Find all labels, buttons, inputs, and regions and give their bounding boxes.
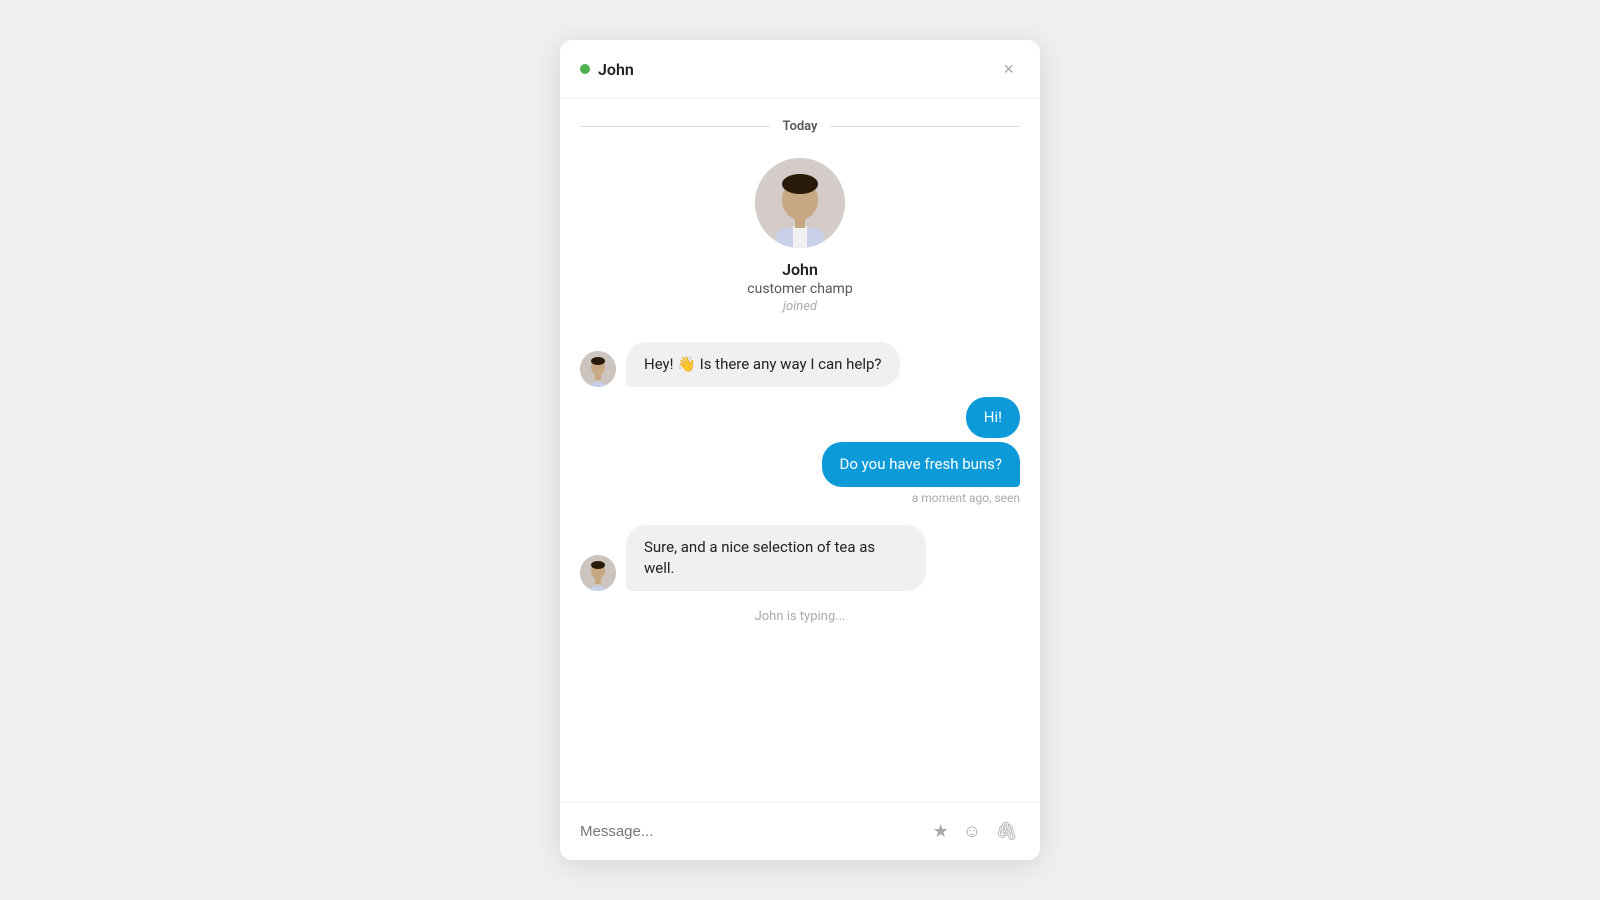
close-button[interactable]: ×: [997, 58, 1020, 80]
join-name: John: [782, 260, 818, 279]
header-left: John: [580, 60, 634, 79]
input-icons: ★ ☺ 🖇: [931, 819, 1020, 844]
date-divider: Today: [580, 119, 1020, 134]
avatar-small: [580, 351, 616, 387]
outgoing-bubble-hi: Hi!: [966, 397, 1020, 438]
typing-indicator: John is typing...: [580, 601, 1020, 628]
emoji-button[interactable]: ☺: [961, 819, 983, 844]
avatar-small-reply: [580, 555, 616, 591]
outgoing-bubble-buns: Do you have fresh buns?: [822, 442, 1020, 487]
outgoing-message-group-row: Hi! Do you have fresh buns? a moment ago…: [580, 397, 1020, 515]
star-button[interactable]: ★: [931, 819, 951, 844]
avatar-large: [755, 158, 845, 248]
message-row-reply: Sure, and a nice selection of tea as wel…: [580, 525, 1020, 591]
messages-area: Today: [560, 99, 1040, 802]
attach-button[interactable]: 🖇: [993, 819, 1020, 844]
message-row: Hey! 👋 Is there any way I can help?: [580, 342, 1020, 387]
online-status-dot: [580, 64, 590, 74]
chat-window: John × Today: [560, 40, 1040, 860]
join-status: joined: [783, 299, 817, 314]
outgoing-meta: a moment ago, seen: [912, 491, 1020, 505]
chat-header: John ×: [560, 40, 1040, 99]
join-card: John customer champ joined: [580, 158, 1020, 314]
input-area: ★ ☺ 🖇: [560, 802, 1040, 860]
contact-name: John: [598, 60, 634, 79]
incoming-bubble: Hey! 👋 Is there any way I can help?: [626, 342, 900, 387]
date-label: Today: [770, 119, 829, 134]
incoming-bubble-reply: Sure, and a nice selection of tea as wel…: [626, 525, 926, 591]
message-input[interactable]: [580, 823, 919, 840]
outgoing-group: Hi! Do you have fresh buns? a moment ago…: [822, 397, 1020, 515]
join-role: customer champ: [747, 281, 852, 297]
